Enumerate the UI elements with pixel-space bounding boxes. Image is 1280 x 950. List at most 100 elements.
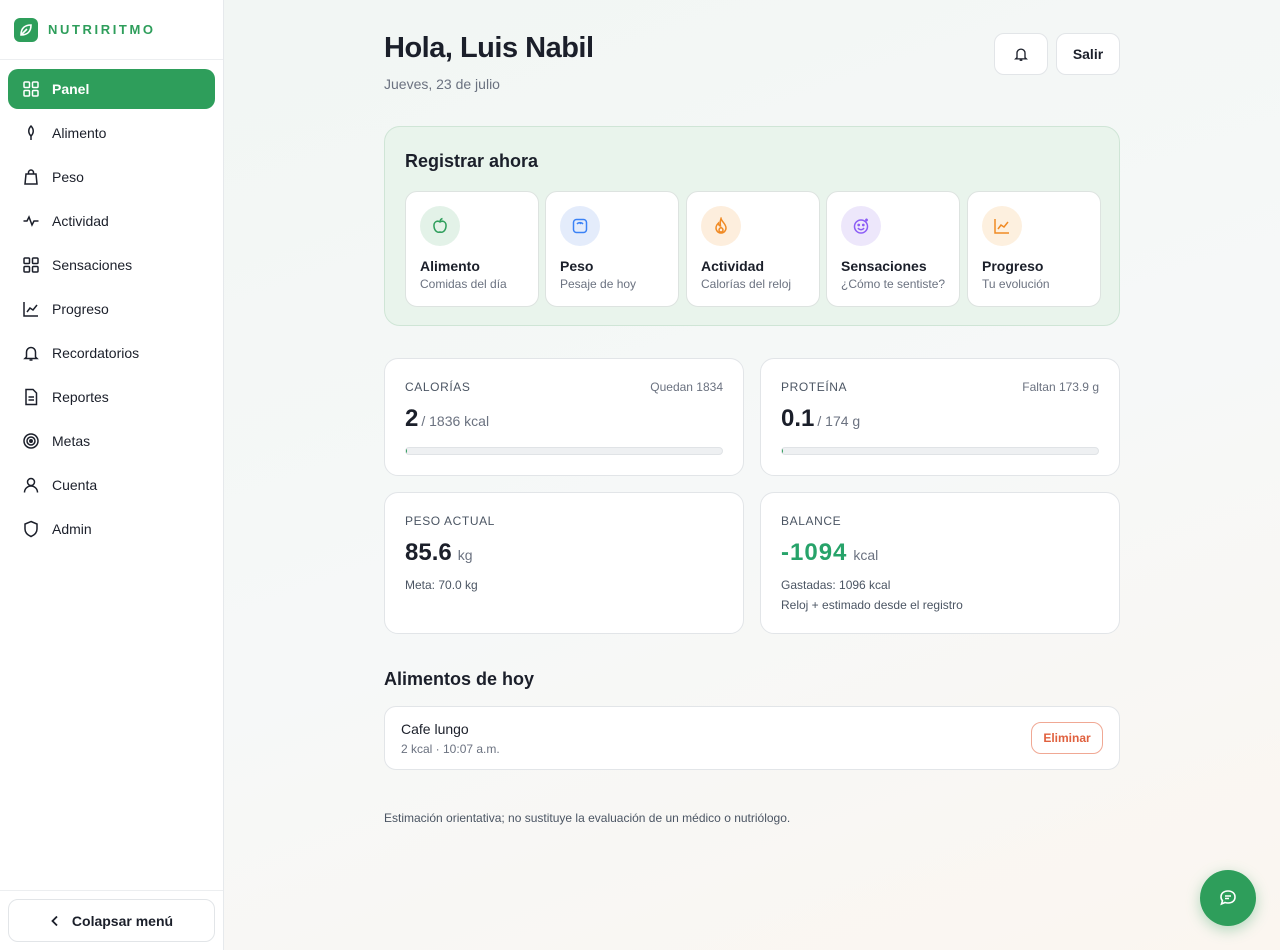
calories-value: 2/ 1836 kcal: [405, 405, 489, 433]
chevron-left-icon: [51, 915, 58, 926]
flame-icon: [701, 206, 741, 246]
sidebar-item-label: Sensaciones: [52, 257, 133, 273]
scale-icon: [560, 206, 600, 246]
smile-icon: [841, 206, 881, 246]
quick-log-subtitle: Pesaje de hoy: [560, 277, 637, 291]
food-name: Cafe lungo: [401, 721, 469, 737]
disclaimer: Estimación orientativa; no sustituye la …: [384, 811, 791, 825]
sidebar-item-label: Panel: [52, 81, 90, 97]
sidebar-item-peso[interactable]: Peso: [8, 157, 215, 197]
sidebar: NUTRIRITMO Panel Alimento Peso Actividad: [0, 0, 224, 950]
leaf-icon: [22, 124, 40, 142]
protein-label: PROTEÍNA: [781, 380, 848, 394]
chat-icon: [1220, 890, 1236, 906]
grid-icon: [22, 80, 40, 98]
brand[interactable]: NUTRIRITMO: [0, 0, 223, 60]
balance-spent: Gastadas: 1096 kcal: [781, 578, 891, 592]
protein-card: PROTEÍNA Faltan 173.9 g 0.1/ 174 g: [760, 358, 1120, 476]
sidebar-item-label: Cuenta: [52, 477, 98, 493]
protein-value: 0.1/ 174 g: [781, 405, 860, 433]
weight-current: 85.6: [405, 539, 452, 566]
balance-amount: -1094: [781, 539, 848, 566]
quick-log-title: Progreso: [982, 258, 1044, 274]
sidebar-nav: Panel Alimento Peso Actividad Sensacione…: [0, 60, 223, 549]
quick-log-subtitle: Calorías del reloj: [701, 277, 792, 291]
quick-log-peso[interactable]: Peso Pesaje de hoy: [545, 191, 679, 307]
target-icon: [22, 432, 40, 450]
protein-goal: / 174 g: [817, 413, 861, 429]
shield-icon: [22, 520, 40, 538]
trend-icon: [982, 206, 1022, 246]
calories-consumed: 2: [405, 405, 419, 432]
delete-food-button[interactable]: Eliminar: [1031, 722, 1103, 754]
sidebar-item-panel[interactable]: Panel: [8, 69, 215, 109]
list-item: Cafe lungo 2 kcal · 10:07 a.m. Eliminar: [384, 706, 1120, 770]
balance-label: BALANCE: [781, 514, 842, 528]
sidebar-item-label: Admin: [52, 521, 92, 537]
protein-remaining: Faltan 173.9 g: [1022, 380, 1099, 394]
quick-log-subtitle: ¿Cómo te sentiste?: [841, 277, 946, 291]
logout-button[interactable]: Salir: [1056, 33, 1120, 75]
quick-log-alimento[interactable]: Alimento Comidas del día: [405, 191, 539, 307]
quick-log-actividad[interactable]: Actividad Calorías del reloj: [686, 191, 820, 307]
sidebar-item-cuenta[interactable]: Cuenta: [8, 465, 215, 505]
calories-progress-bar: [405, 447, 723, 455]
document-icon: [22, 388, 40, 406]
protein-progress-bar: [781, 447, 1099, 455]
sidebar-item-sensaciones[interactable]: Sensaciones: [8, 245, 215, 285]
sidebar-item-actividad[interactable]: Actividad: [8, 201, 215, 241]
weight-unit: kg: [457, 547, 473, 563]
sidebar-item-label: Recordatorios: [52, 345, 140, 361]
user-icon: [22, 476, 40, 494]
sidebar-item-alimento[interactable]: Alimento: [8, 113, 215, 153]
sidebar-item-metas[interactable]: Metas: [8, 421, 215, 461]
register-title: Registrar ahora: [405, 151, 539, 171]
apple-icon: [420, 206, 460, 246]
bag-icon: [22, 168, 40, 186]
collapse-menu-button[interactable]: Colapsar menú: [8, 899, 215, 942]
bell-icon: [1014, 48, 1028, 61]
sidebar-item-reportes[interactable]: Reportes: [8, 377, 215, 417]
quick-log-subtitle: Comidas del día: [420, 277, 507, 291]
sidebar-item-progreso[interactable]: Progreso: [8, 289, 215, 329]
sidebar-footer: Colapsar menú: [0, 890, 223, 950]
weight-card: PESO ACTUAL 85.6 kg Meta: 70.0 kg: [384, 492, 744, 634]
sidebar-item-label: Peso: [52, 169, 84, 185]
leaf-logo-icon: [14, 17, 38, 42]
sidebar-item-label: Actividad: [52, 213, 109, 229]
calories-card: CALORÍAS Quedan 1834 2/ 1836 kcal: [384, 358, 744, 476]
sidebar-item-label: Progreso: [52, 301, 109, 317]
sidebar-item-label: Alimento: [52, 125, 107, 141]
grid-icon: [22, 256, 40, 274]
calories-goal: / 1836 kcal: [421, 413, 490, 429]
calories-label: CALORÍAS: [405, 380, 471, 394]
quick-log-progreso[interactable]: Progreso Tu evolución: [967, 191, 1101, 307]
current-date: Jueves, 23 de julio: [384, 76, 500, 92]
quick-log-title: Peso: [560, 258, 594, 274]
quick-log-sensaciones[interactable]: Sensaciones ¿Cómo te sentiste?: [826, 191, 960, 307]
quick-log-title: Actividad: [701, 258, 765, 274]
protein-consumed: 0.1: [781, 405, 815, 432]
weight-label: PESO ACTUAL: [405, 514, 495, 528]
sidebar-item-label: Reportes: [52, 389, 109, 405]
sidebar-item-recordatorios[interactable]: Recordatorios: [8, 333, 215, 373]
food-meta: 2 kcal · 10:07 a.m.: [401, 742, 500, 756]
notifications-button[interactable]: [994, 33, 1048, 75]
page-title: Hola, Luis Nabil: [384, 32, 594, 64]
weight-goal: Meta: 70.0 kg: [405, 578, 478, 592]
collapse-menu-label: Colapsar menú: [71, 912, 174, 929]
calories-remaining: Quedan 1834: [650, 380, 723, 394]
chat-button[interactable]: [1200, 870, 1256, 926]
brand-name: NUTRIRITMO: [48, 22, 156, 37]
sidebar-item-admin[interactable]: Admin: [8, 509, 215, 549]
bell-icon: [22, 344, 40, 362]
quick-log-subtitle: Tu evolución: [982, 277, 1050, 291]
register-panel: Registrar ahora Alimento Comidas del día…: [384, 126, 1120, 326]
foods-title: Alimentos de hoy: [384, 669, 535, 689]
balance-source: Reloj + estimado desde el registro: [781, 598, 963, 612]
sidebar-item-label: Metas: [52, 433, 91, 449]
weight-value: 85.6 kg: [405, 539, 473, 567]
quick-log-title: Sensaciones: [841, 258, 927, 274]
quick-log-title: Alimento: [420, 258, 480, 274]
balance-card: BALANCE -1094 kcal Gastadas: 1096 kcal Re…: [760, 492, 1120, 634]
